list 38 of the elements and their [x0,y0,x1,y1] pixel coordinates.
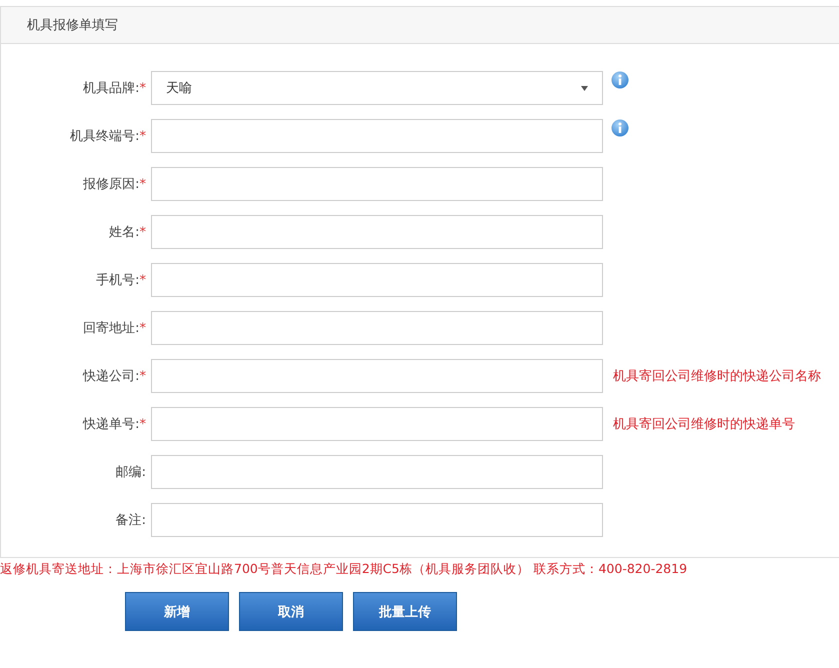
input-field[interactable] [151,407,603,441]
field-label: 手机号: [96,273,140,288]
field-hint: 机具寄回公司维修时的快递公司名称 [613,368,821,385]
input-field[interactable] [151,263,603,297]
panel-title: 机具报修单填写 [27,17,118,34]
field-label: 机具终端号: [70,129,140,144]
field-label: 姓名: [109,225,140,240]
input-field[interactable] [151,455,603,489]
input-field[interactable] [151,119,603,153]
brand-select[interactable]: 天喻 [151,71,603,105]
required-mark: * [140,129,146,144]
required-mark: * [140,321,146,336]
required-mark: * [140,369,146,384]
required-mark: * [140,81,146,96]
required-mark: * [140,177,146,192]
action-button[interactable]: 批量上传 [353,592,457,631]
input-field[interactable] [151,167,603,201]
field-label: 快递公司: [83,369,140,384]
notice-text: 返修机具寄送地址：上海市徐汇区宜山路700号普天信息产业园2期C5栋（机具服务团队收） 联系方式：400-820-2819 [0,561,688,578]
caret-icon [581,86,588,90]
action-button[interactable]: 取消 [239,592,343,631]
input-field[interactable] [151,359,603,393]
field-hint: 机具寄回公司维修时的快递单号 [613,416,795,433]
input-field[interactable] [151,311,603,345]
info-icon[interactable] [611,71,629,89]
field-label: 回寄地址: [83,321,140,336]
required-mark: * [140,417,146,432]
input-field[interactable] [151,215,603,249]
required-mark: * [140,225,146,240]
field-label: 邮编: [116,465,146,480]
info-icon[interactable] [611,119,629,137]
input-field[interactable] [151,503,603,537]
field-label: 备注: [116,513,146,528]
field-label: 机具品牌: [83,81,140,96]
field-label: 报修原因: [83,177,140,192]
field-label: 快递单号: [83,417,140,432]
action-button[interactable]: 新增 [125,592,229,631]
required-mark: * [140,273,146,288]
